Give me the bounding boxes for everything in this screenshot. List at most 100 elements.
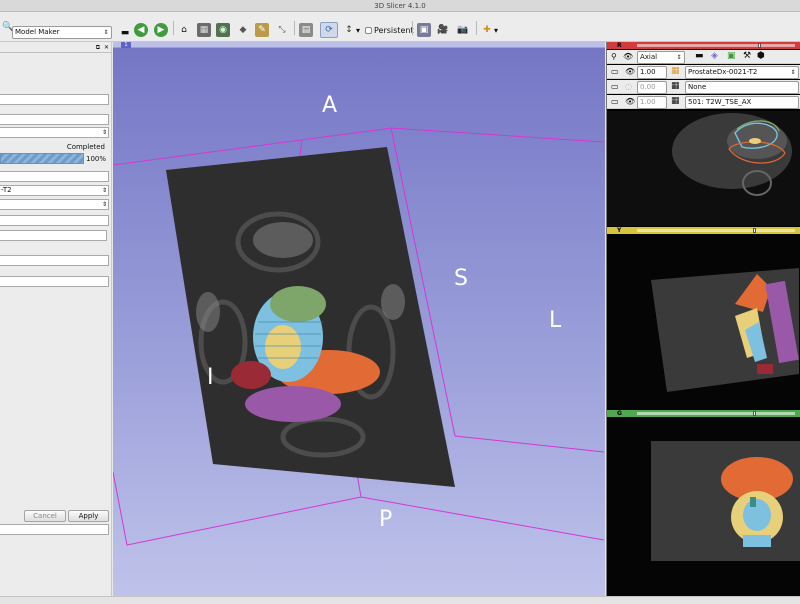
3d-view-number: 1 (121, 42, 131, 48)
record-icon[interactable]: 🎥 (436, 23, 450, 37)
orientation-select[interactable]: Axial ⇕ (637, 51, 685, 64)
close-icon[interactable]: ✕ (104, 44, 109, 51)
editor-icon[interactable]: ✎ (255, 23, 269, 37)
select-field[interactable]: ⇕ (0, 127, 109, 138)
red-slice-image[interactable] (607, 111, 800, 226)
3d-scene (113, 127, 605, 546)
module-select[interactable]: Model Maker ⇕ (12, 26, 112, 39)
transforms-icon[interactable]: ⤡ (275, 23, 289, 37)
undock-icon[interactable]: ⧉ (96, 44, 100, 52)
fiducial-icon[interactable]: ✚ (480, 23, 494, 37)
label-opacity[interactable]: 0.00 (637, 81, 667, 94)
red-slice-knob[interactable] (758, 43, 761, 48)
screenshot-icon[interactable]: 📷 (456, 23, 470, 37)
input-field[interactable] (0, 255, 109, 266)
back-icon[interactable]: ◀ (134, 23, 148, 37)
green-slice-slider[interactable] (637, 412, 795, 415)
module-select-value: Model Maker (15, 28, 60, 36)
yellow-slice-letter: Y (617, 227, 622, 234)
chevron-updown-icon: ⇕ (790, 69, 796, 76)
slice-views-panel: R ⚲ 👁 Axial ⇕ ▬ ◈ ▣ ⚒ ⬢ ▭ 👁 1.00 ▦ Prost… (606, 42, 800, 596)
mouse-mode-icon[interactable]: ↕ (342, 23, 356, 37)
eye-icon[interactable]: 👁 (625, 67, 635, 76)
background-select[interactable]: 501: T2W_TSE_AX (685, 96, 799, 109)
progress-percent: 100% (86, 155, 107, 163)
select-field[interactable]: -T2 ⇕ (0, 185, 109, 196)
input-field[interactable] (0, 171, 109, 182)
green-zone-model (270, 286, 326, 322)
red-slice-bar[interactable]: R (607, 42, 800, 49)
crosshair-link-icon[interactable]: ⟳ (320, 22, 338, 38)
label-select[interactable]: None (685, 81, 799, 94)
chevron-updown-icon: ⇕ (676, 54, 682, 61)
yellow-slice-bar[interactable]: Y (607, 227, 800, 234)
persistent-checkbox[interactable] (365, 27, 372, 34)
link-icon[interactable]: ▭ (611, 82, 619, 91)
foreground-select[interactable]: ProstateDx-0021-T2 ⇕ (685, 66, 799, 79)
status-bar (0, 596, 800, 604)
models-icon[interactable]: ◆ (236, 23, 250, 37)
green-slice-image[interactable] (607, 417, 800, 596)
background-opacity[interactable]: 1.00 (637, 96, 667, 109)
yellow-slice-knob[interactable] (753, 228, 756, 233)
module-panel: ⧉ ✕ ⇕ Completed 100% -T2 ⇕ ⇕ Cancel Appl… (0, 42, 112, 596)
capture-icon[interactable]: ▣ (417, 23, 431, 37)
red-slice-letter: R (617, 42, 622, 49)
input-field[interactable] (0, 215, 109, 226)
chevron-updown-icon: ⇕ (101, 187, 107, 194)
orientation-label-posterior: P (379, 507, 393, 532)
window-title: 3D Slicer 4.1.0 (374, 2, 426, 10)
yellow-slice-image[interactable] (607, 234, 800, 408)
input-field[interactable] (0, 114, 109, 125)
label-opacity-value: 0.00 (640, 83, 656, 91)
foreground-icon: ▦ (671, 66, 680, 76)
red-slice-slider[interactable] (637, 44, 795, 47)
cancel-button[interactable]: Cancel (24, 510, 66, 522)
fiducial-dropdown[interactable]: ▾ (494, 23, 498, 37)
rectum-model (245, 386, 341, 422)
forward-icon[interactable]: ▶ (154, 23, 168, 37)
slice-options-icon[interactable]: ▬ (695, 51, 704, 61)
green-slice-bar[interactable]: G (607, 410, 800, 417)
label-select-value: None (688, 83, 707, 91)
green-slice-knob[interactable] (753, 411, 756, 416)
input-field[interactable] (0, 230, 107, 241)
link-icon[interactable]: ▭ (611, 97, 619, 106)
input-field[interactable] (0, 276, 109, 287)
background-icon: ▦ (671, 96, 680, 106)
visibility-icon[interactable]: ◈ (711, 51, 718, 61)
outline-icon[interactable]: ◌ (625, 82, 632, 91)
chevron-updown-icon: ⇕ (103, 29, 109, 36)
layout-icon[interactable]: ▤ (299, 23, 313, 37)
fit-icon[interactable]: ▣ (727, 51, 736, 61)
orientation-label-superior: S (454, 266, 468, 291)
home-icon[interactable]: ⌂ (177, 23, 191, 37)
mouse-mode-dropdown[interactable]: ▾ (356, 23, 360, 37)
3d-view-bar[interactable] (113, 42, 605, 48)
input-field[interactable] (0, 94, 109, 105)
foreground-opacity[interactable]: 1.00 (637, 66, 667, 79)
select-field[interactable]: ⇕ (0, 199, 109, 210)
menu-icon[interactable]: ▬ (118, 26, 132, 40)
foreground-row: ▭ 👁 1.00 ▦ ProstateDx-0021-T2 ⇕ (607, 65, 800, 79)
yellow-slice-slider[interactable] (637, 229, 795, 232)
red-slice-controls: ⚲ 👁 Axial ⇕ ▬ ◈ ▣ ⚒ ⬢ (607, 50, 800, 64)
apply-button[interactable]: Apply (68, 510, 109, 522)
volumes-icon[interactable]: ◉ (216, 23, 230, 37)
data-icon[interactable]: ▦ (197, 23, 211, 37)
composite-icon[interactable]: ⚒ (743, 51, 751, 61)
3d-view[interactable]: A S L I P (113, 42, 605, 596)
link-icon[interactable]: ⚲ (611, 52, 617, 61)
central-zone-model (265, 325, 301, 369)
link-icon[interactable]: ▭ (611, 67, 619, 76)
eye-icon[interactable]: 👁 (625, 97, 635, 106)
label-row: ▭ ◌ 0.00 ▦ None (607, 80, 800, 94)
toolbar-separator (476, 21, 477, 35)
model-icon[interactable]: ⬢ (757, 51, 765, 61)
label-icon: ▦ (671, 81, 680, 91)
main-toolbar: 🔍 Model Maker ⇕ ▬ ◀ ▶ ⌂ ▦ ◉ ◆ ✎ ⤡ ▤ ⟳ ↕ … (0, 12, 800, 42)
eye-icon[interactable]: 👁 (623, 52, 633, 61)
input-field[interactable] (0, 524, 109, 535)
chevron-updown-icon: ⇕ (101, 129, 107, 136)
green-slice-letter: G (617, 410, 622, 417)
